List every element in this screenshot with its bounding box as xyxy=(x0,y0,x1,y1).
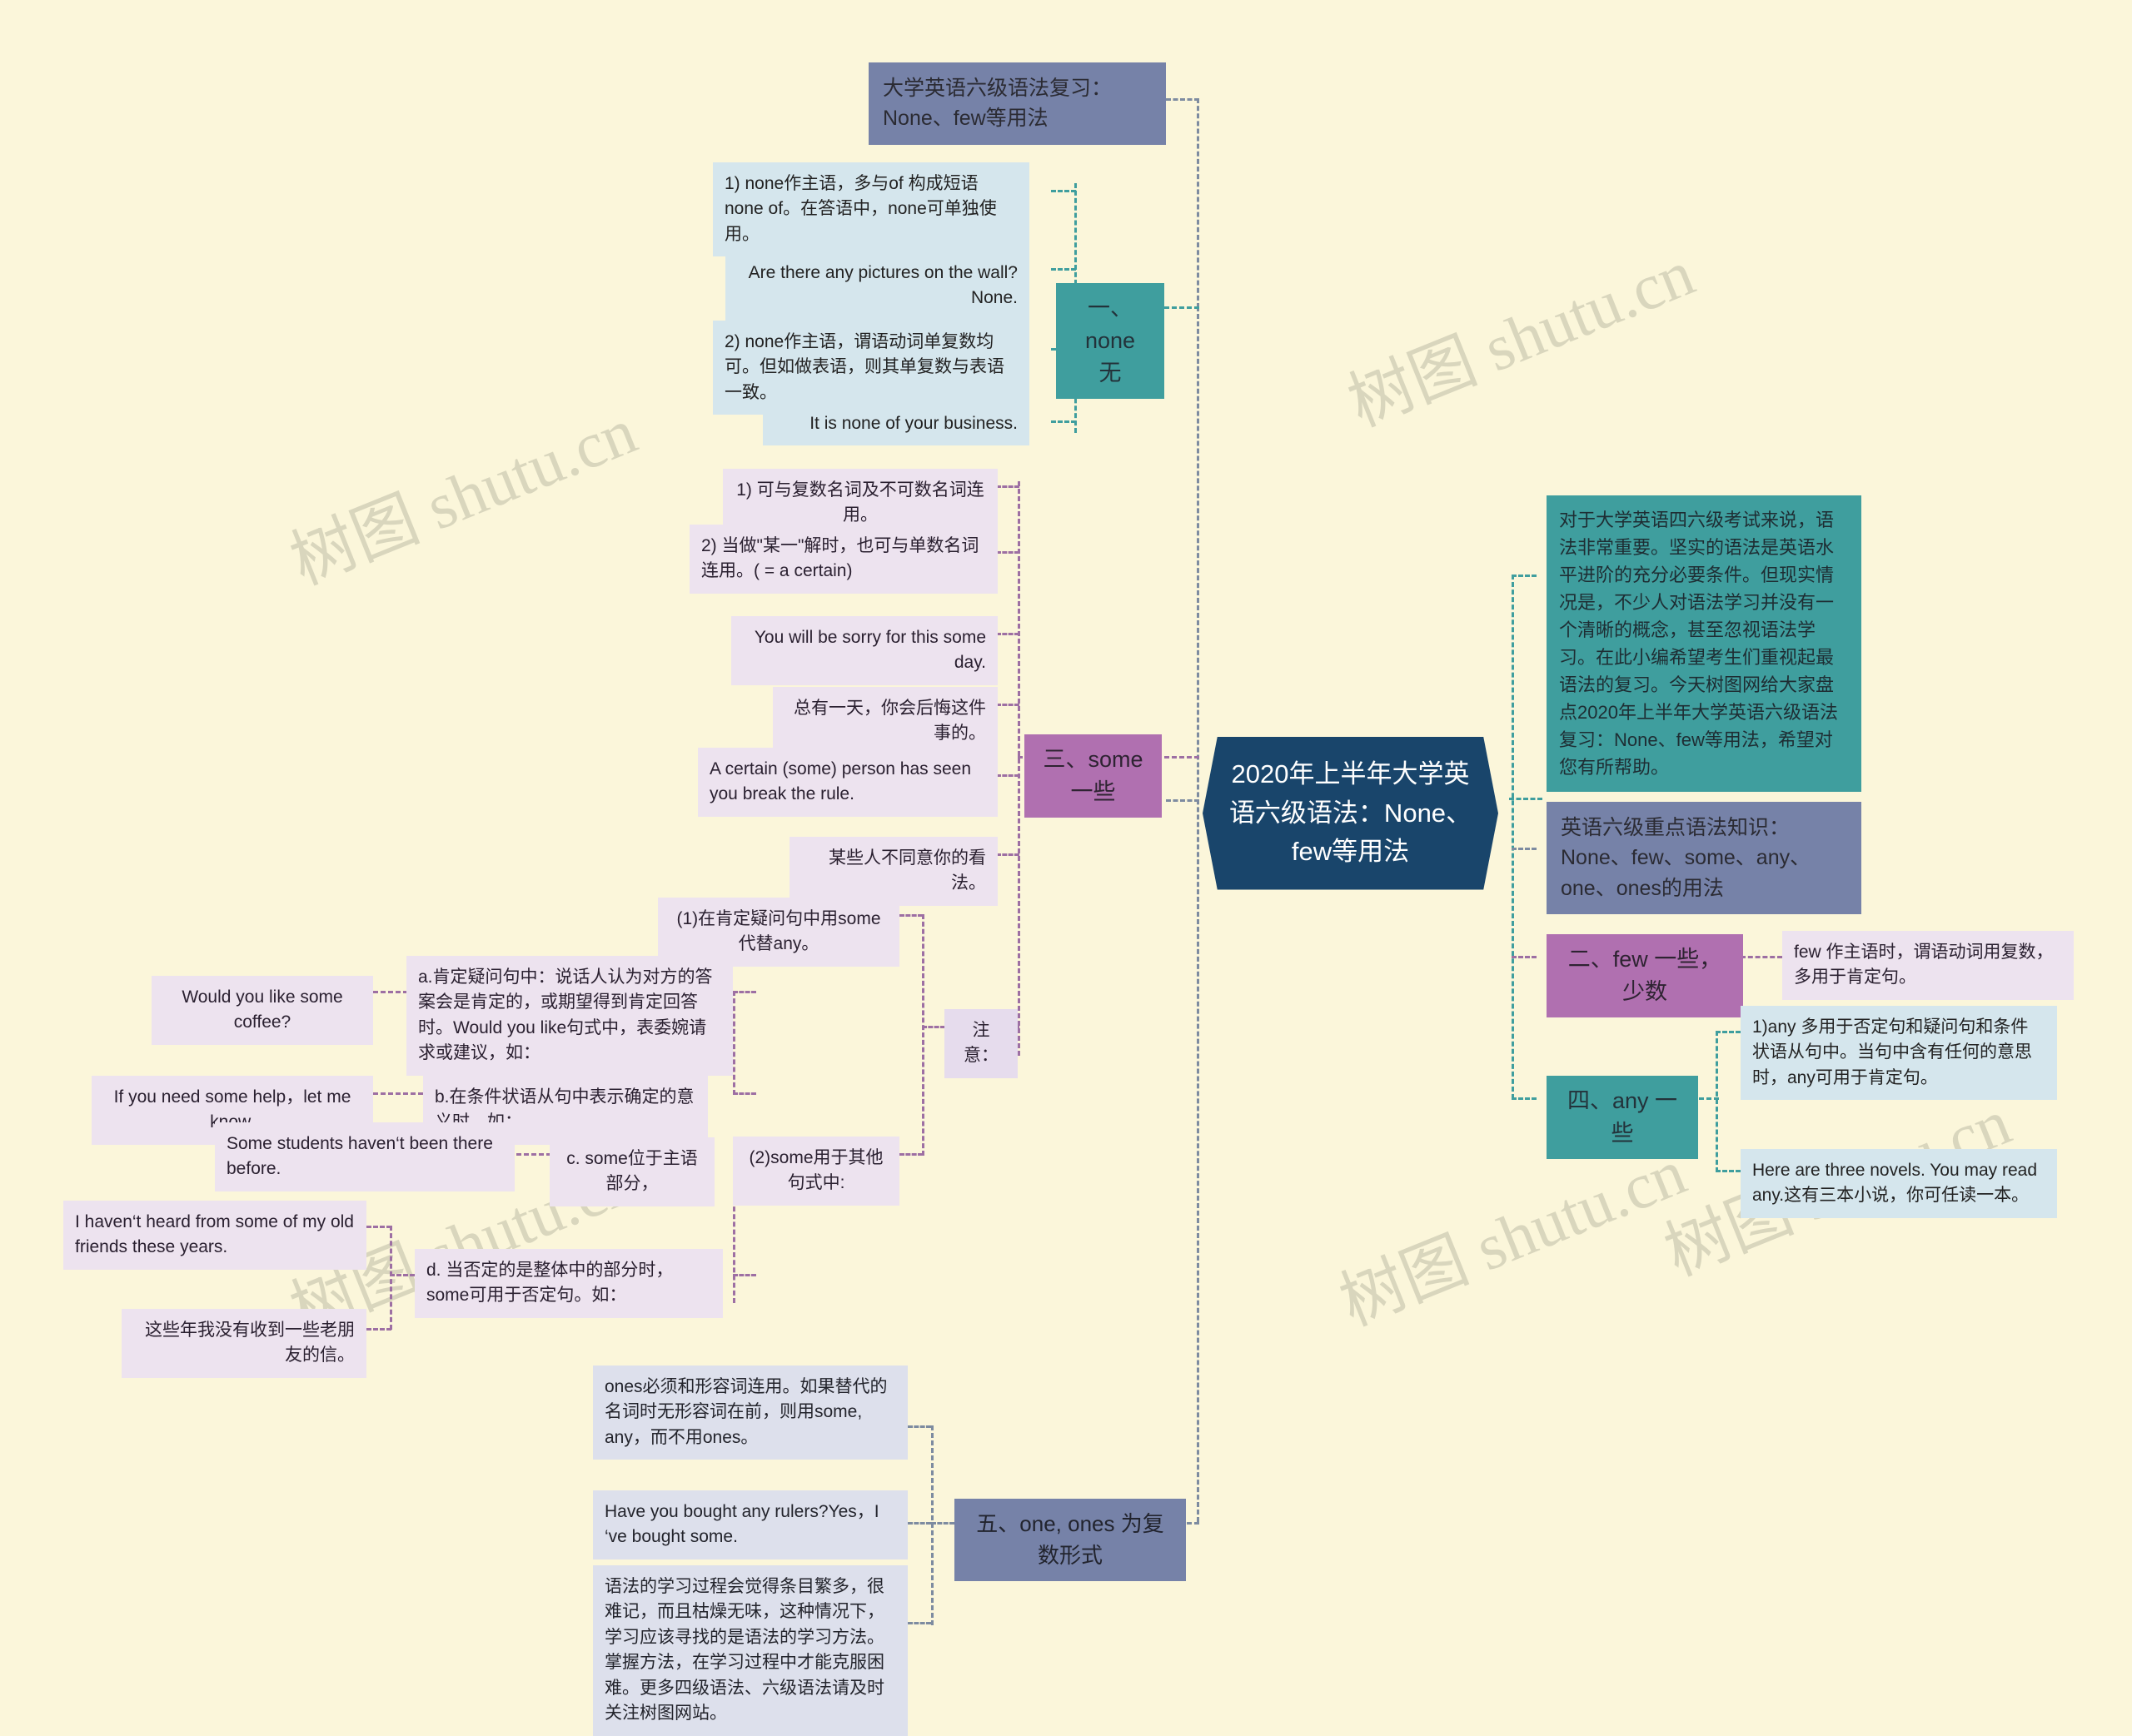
connector-sub1-a xyxy=(733,991,756,993)
connector-some-spine xyxy=(1018,481,1020,1056)
ones-item-3[interactable]: 语法的学习过程会觉得条目繁多，很难记，而且枯燥无味，这种情况下，学习应该寻找的是… xyxy=(593,1565,908,1736)
rule-c-text[interactable]: c. some位于主语部分， xyxy=(550,1137,715,1206)
connector-root-left-stub xyxy=(1166,799,1199,802)
knowledge-bar[interactable]: 英语六级重点语法知识：None、few、some、any、one、ones的用法 xyxy=(1547,802,1861,914)
rule-a-text[interactable]: a.肯定疑问句中：说话人认为对方的答案会是肯定的，或期望得到肯定回答时。Woul… xyxy=(406,956,733,1076)
any-item-2[interactable]: Here are three novels. You may read any.… xyxy=(1741,1149,2057,1218)
connector-ones-leaf-3 xyxy=(908,1622,931,1624)
connector-some-leaf-5 xyxy=(996,774,1019,777)
none-item-3[interactable]: 2) none作主语，谓语动词单复数均可。但如做表语，则其单复数与表语一致。 xyxy=(713,321,1029,415)
headline-bar-top[interactable]: 大学英语六级语法复习：None、few等用法 xyxy=(869,62,1166,145)
ones-item-2[interactable]: Have you bought any rulers?Yes，I ‘ve bou… xyxy=(593,1490,908,1559)
connector-rule-d-spine xyxy=(390,1226,392,1330)
connector-note-sub1 xyxy=(899,914,923,917)
connector-intro xyxy=(1512,575,1537,577)
none-item-4[interactable]: It is none of your business. xyxy=(763,402,1029,446)
connector-rule-d-ex2 xyxy=(366,1328,391,1331)
some-item-5[interactable]: A certain (some) person has seen you bre… xyxy=(698,748,998,817)
branch-few-label[interactable]: 二、few 一些，少数 xyxy=(1547,934,1743,1018)
rule-d-example[interactable]: I haven‘t heard from some of my old frie… xyxy=(63,1201,366,1270)
connector-ones-leaf-2 xyxy=(908,1522,931,1525)
connector-some-leaf-2 xyxy=(996,551,1019,554)
none-item-1[interactable]: 1) none作主语，多与of 构成短语 none of。在答语中，none可单… xyxy=(713,162,1029,257)
connector-root-right-stub xyxy=(1509,798,1542,800)
connector-any-branch xyxy=(1512,1097,1537,1100)
some-item-3[interactable]: You will be sorry for this some day. xyxy=(731,616,998,685)
connector-ones-in xyxy=(931,1522,954,1525)
connector-any-stub xyxy=(1699,1097,1719,1100)
connector-sub1-spine xyxy=(733,991,735,1095)
connector-none-leaf-2 xyxy=(1051,268,1076,271)
branch-ones-label[interactable]: 五、one, ones 为复数形式 xyxy=(954,1499,1186,1582)
connector-some-leaf-1 xyxy=(996,485,1019,488)
connector-some-leaf-3 xyxy=(996,633,1019,635)
connector-ones-spine xyxy=(931,1425,934,1625)
connector-note-sub2 xyxy=(899,1153,923,1156)
connector-any-spine xyxy=(1716,1031,1718,1172)
branch-some-label[interactable]: 三、some 一些 xyxy=(1024,734,1162,818)
branch-none-label[interactable]: 一、 none 无 xyxy=(1056,283,1164,400)
connector-note-spine xyxy=(922,914,924,1156)
connector-sub2-d xyxy=(733,1274,756,1276)
none-item-2[interactable]: Are there any pictures on the wall?None. xyxy=(725,251,1029,321)
rule-a-example[interactable]: Would you like some coffee? xyxy=(152,976,373,1045)
connector-title-spine xyxy=(1197,98,1199,308)
ones-item-1[interactable]: ones必须和形容词连用。如果替代的名词时无形容词在前，则用some, any，… xyxy=(593,1365,908,1460)
connector-rule-d-in xyxy=(390,1274,415,1276)
some-item-6[interactable]: 某些人不同意你的看法。 xyxy=(790,837,998,906)
some-note-label[interactable]: 注意： xyxy=(944,1009,1018,1078)
branch-any-label[interactable]: 四、any 一些 xyxy=(1547,1076,1698,1160)
rule-d-example-cn[interactable]: 这些年我没有收到一些老朋友的信。 xyxy=(122,1309,366,1378)
connector-few-branch xyxy=(1512,956,1537,958)
connector-root-right-spine xyxy=(1512,575,1514,1099)
connector-some-leaf-6 xyxy=(996,853,1019,856)
rule-c-example[interactable]: Some students haven‘t been there before. xyxy=(215,1122,515,1191)
connector-title-bar xyxy=(1166,98,1199,101)
rule-d-text[interactable]: d. 当否定的是整体中的部分时，some可用于否定句。如： xyxy=(415,1249,723,1318)
few-item-1[interactable]: few 作主语时，谓语动词用复数，多用于肯定句。 xyxy=(1782,931,2074,1000)
connector-some-stub xyxy=(1164,756,1199,759)
some-item-2[interactable]: 2) 当做"某一"解时，也可与单数名词连用。( = a certain) xyxy=(690,525,998,594)
connector-none-leaf-4 xyxy=(1051,420,1076,423)
connector-root-left-spine xyxy=(1197,306,1199,1522)
connector-knowledge xyxy=(1512,848,1537,850)
root-node[interactable]: 2020年上半年大学英语六级语法：None、few等用法 xyxy=(1203,737,1498,890)
connector-ones-leaf-1 xyxy=(908,1425,931,1428)
connector-rule-b-ex xyxy=(373,1092,423,1095)
some-item-4[interactable]: 总有一天，你会后悔这件事的。 xyxy=(773,687,998,756)
connector-any-leaf-1 xyxy=(1716,1031,1741,1033)
note-sub-2[interactable]: (2)some用于其他句式中: xyxy=(733,1137,899,1206)
connector-few-leaf xyxy=(1741,956,1782,958)
connector-none-leaf-1 xyxy=(1051,190,1076,192)
connector-sub1-b xyxy=(733,1092,756,1095)
connector-none-stub xyxy=(1164,306,1199,309)
connector-some-leaf-4 xyxy=(996,704,1019,706)
watermark: 树图 shutu.cn xyxy=(281,394,646,599)
watermark: 树图 shutu.cn xyxy=(1338,236,1704,440)
connector-note-in xyxy=(922,1026,945,1028)
connector-any-leaf-2 xyxy=(1716,1170,1741,1172)
intro-paragraph[interactable]: 对于大学英语四六级考试来说，语法非常重要。坚实的语法是英语水平进阶的充分必要条件… xyxy=(1547,495,1861,792)
connector-rule-d-ex1 xyxy=(366,1226,391,1228)
any-item-1[interactable]: 1)any 多用于否定句和疑问句和条件状语从句中。当句中含有任何的意思时，any… xyxy=(1741,1006,2057,1101)
